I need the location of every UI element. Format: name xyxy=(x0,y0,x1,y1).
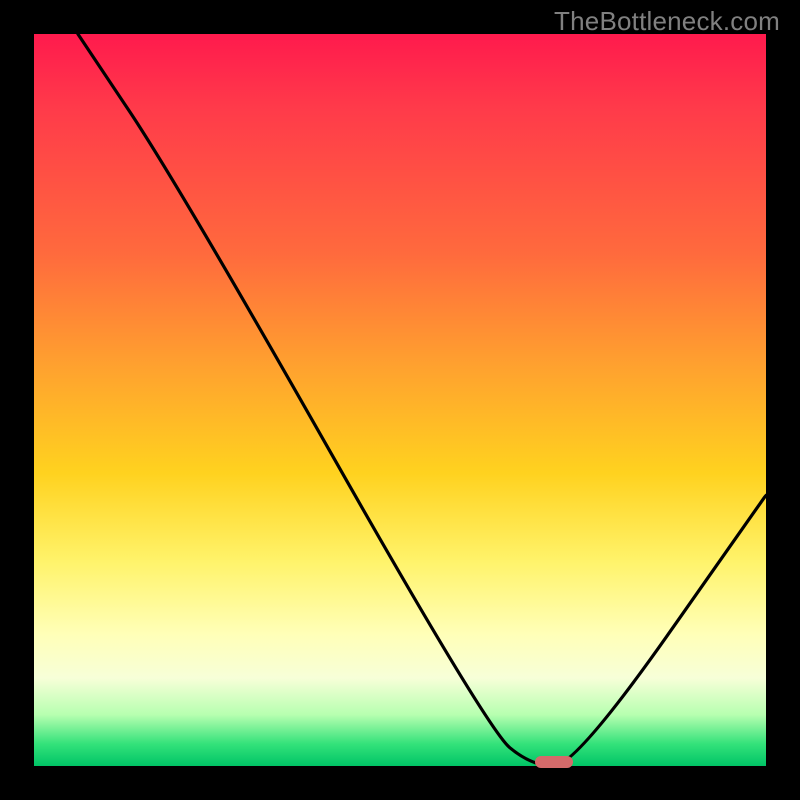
watermark-text: TheBottleneck.com xyxy=(554,6,780,37)
bottleneck-curve xyxy=(34,34,766,766)
plot-area xyxy=(34,34,766,766)
optimal-marker xyxy=(535,756,573,768)
chart-frame: TheBottleneck.com xyxy=(0,0,800,800)
